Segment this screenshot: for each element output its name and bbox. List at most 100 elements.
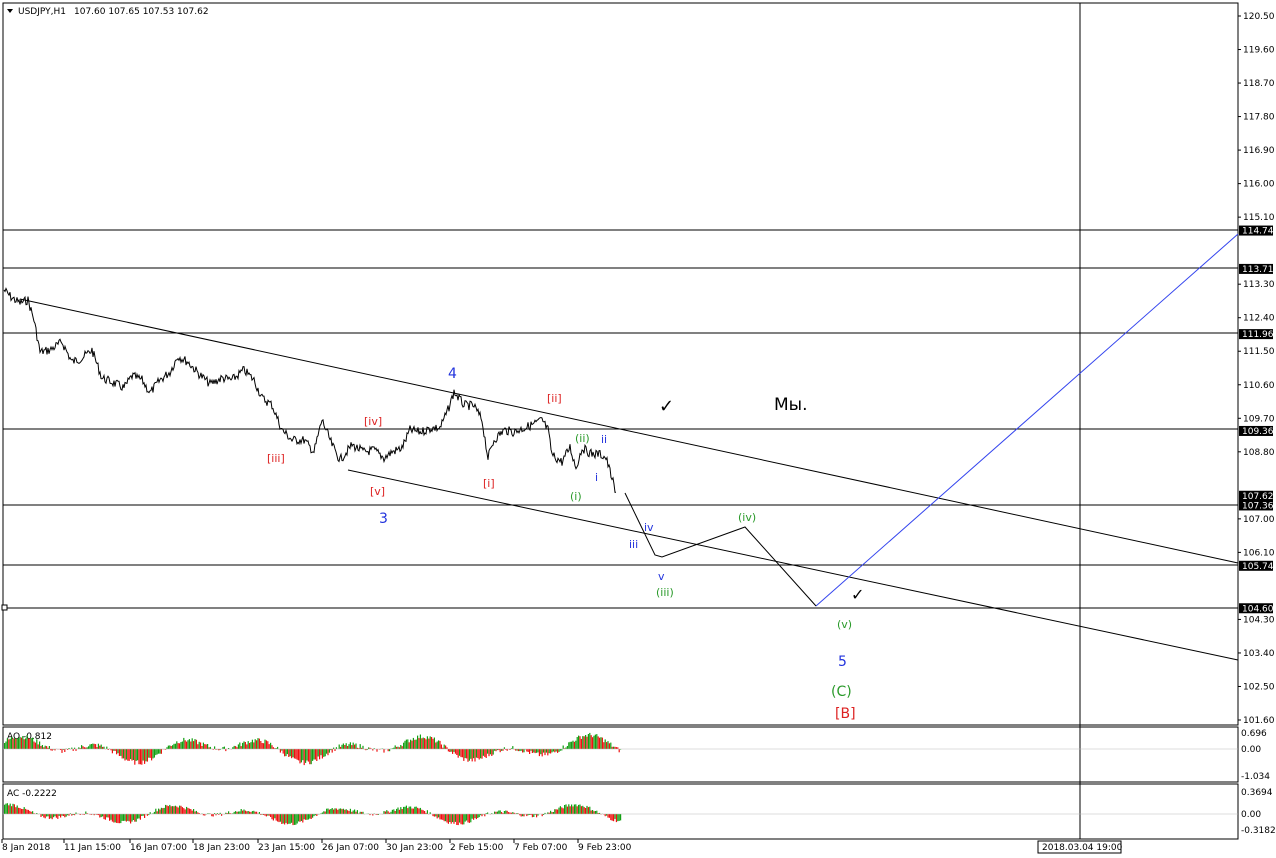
histogram-bar [334,749,336,751]
histogram-bar [86,747,88,749]
histogram-bar [337,809,339,814]
wave-label-red-iv: [iv] [364,415,382,428]
histogram-bar [237,744,239,749]
histogram-bar [295,814,297,825]
histogram-bar [237,811,239,814]
histogram-bar [439,814,441,820]
histogram-bar [487,749,489,754]
histogram-bar [592,737,594,749]
histogram-bar [78,747,80,749]
time-tick-label: 8 Jan 2018 [2,843,50,853]
histogram-bar [499,810,501,814]
histogram-bar [586,805,588,814]
histogram-bar [606,742,608,749]
histogram-bar [610,742,612,749]
histogram-bar [405,805,407,814]
histogram-bar [615,814,617,823]
ao-tick: 0.00 [1241,745,1261,755]
histogram-bar [531,749,533,753]
histogram-bar [214,746,216,749]
histogram-bar [253,742,255,749]
histogram-bar [506,810,508,814]
histogram-bar [345,809,347,814]
ac-histogram [3,803,1238,826]
histogram-bar [18,807,20,814]
histogram-bar [495,749,497,752]
histogram-bar [177,807,179,814]
histogram-bar [396,746,398,749]
histogram-bar [254,811,256,814]
histogram-bar [167,745,169,749]
price-tick-label: 104.30 [1243,615,1275,625]
histogram-bar [552,812,554,814]
wave-label-red-B: [B] [835,706,856,722]
histogram-bar [4,804,6,814]
histogram-bar [235,811,237,814]
histogram-bar [160,749,162,754]
histogram-bar [531,814,533,818]
horizontal-levels[interactable] [3,229,1238,609]
histogram-bar [453,749,455,752]
chart-canvas[interactable]: 120.50 119.60 118.70 117.80 116.90 116.00 115.… [0,0,1276,858]
histogram-bar [463,749,465,761]
level-handle[interactable] [1,604,8,611]
histogram-bar [438,740,440,749]
dropdown-arrow-icon[interactable] [7,9,13,13]
histogram-bar [244,742,246,749]
histogram-bar [579,804,581,814]
histogram-bar [429,736,431,749]
histogram-bar [417,735,419,749]
histogram-bar [578,804,580,814]
histogram-bar [142,749,144,761]
histogram-bar [12,738,14,749]
histogram-bar [601,737,603,749]
histogram-bar [345,743,347,749]
histogram-bar [279,814,281,822]
histogram-bar [174,805,176,814]
histogram-bar [470,814,472,823]
histogram-bar [554,809,556,814]
price-level-label: 113.71 [1242,265,1274,275]
wave-labels: 4 3 5 ii i iv iii v [ii] [iv] [iii] [v] … [267,366,856,722]
histogram-bar [555,749,557,752]
histogram-bar [456,814,458,825]
histogram-bar [121,749,123,759]
histogram-bar [173,743,175,749]
blue-projection-line[interactable] [815,233,1239,607]
histogram-bar [236,747,238,749]
histogram-bar [146,814,148,816]
histogram-bar [338,744,340,749]
histogram-bar [181,807,183,814]
histogram-bar [347,746,349,749]
histogram-bar [102,814,104,817]
histogram-bar [132,749,134,760]
histogram-bar [242,742,244,749]
histogram-bar [307,749,309,762]
histogram-bar [410,806,412,814]
channel-upper-line[interactable] [19,298,1239,564]
histogram-bar [100,814,102,818]
histogram-bar [222,747,224,749]
histogram-bar [205,744,207,749]
histogram-bar [9,803,11,814]
histogram-bar [604,739,606,749]
histogram-bar [550,810,552,814]
histogram-bar [432,814,434,817]
price-level-label: 111.96 [1242,330,1274,340]
histogram-bar [362,811,364,814]
histogram-bar [340,746,342,749]
histogram-bar [29,810,31,814]
histogram-bar [573,741,575,749]
histogram-bar [271,745,273,749]
histogram-bar [57,814,59,819]
histogram-bar [571,804,573,814]
histogram-bar [270,814,272,817]
histogram-bar [454,749,456,754]
histogram-bar [558,749,560,752]
histogram-bar [169,745,171,749]
histogram-bar [447,749,449,752]
histogram-bar [582,736,584,749]
histogram-bar [342,743,344,749]
histogram-bar [615,747,617,749]
histogram-bar [144,749,146,764]
